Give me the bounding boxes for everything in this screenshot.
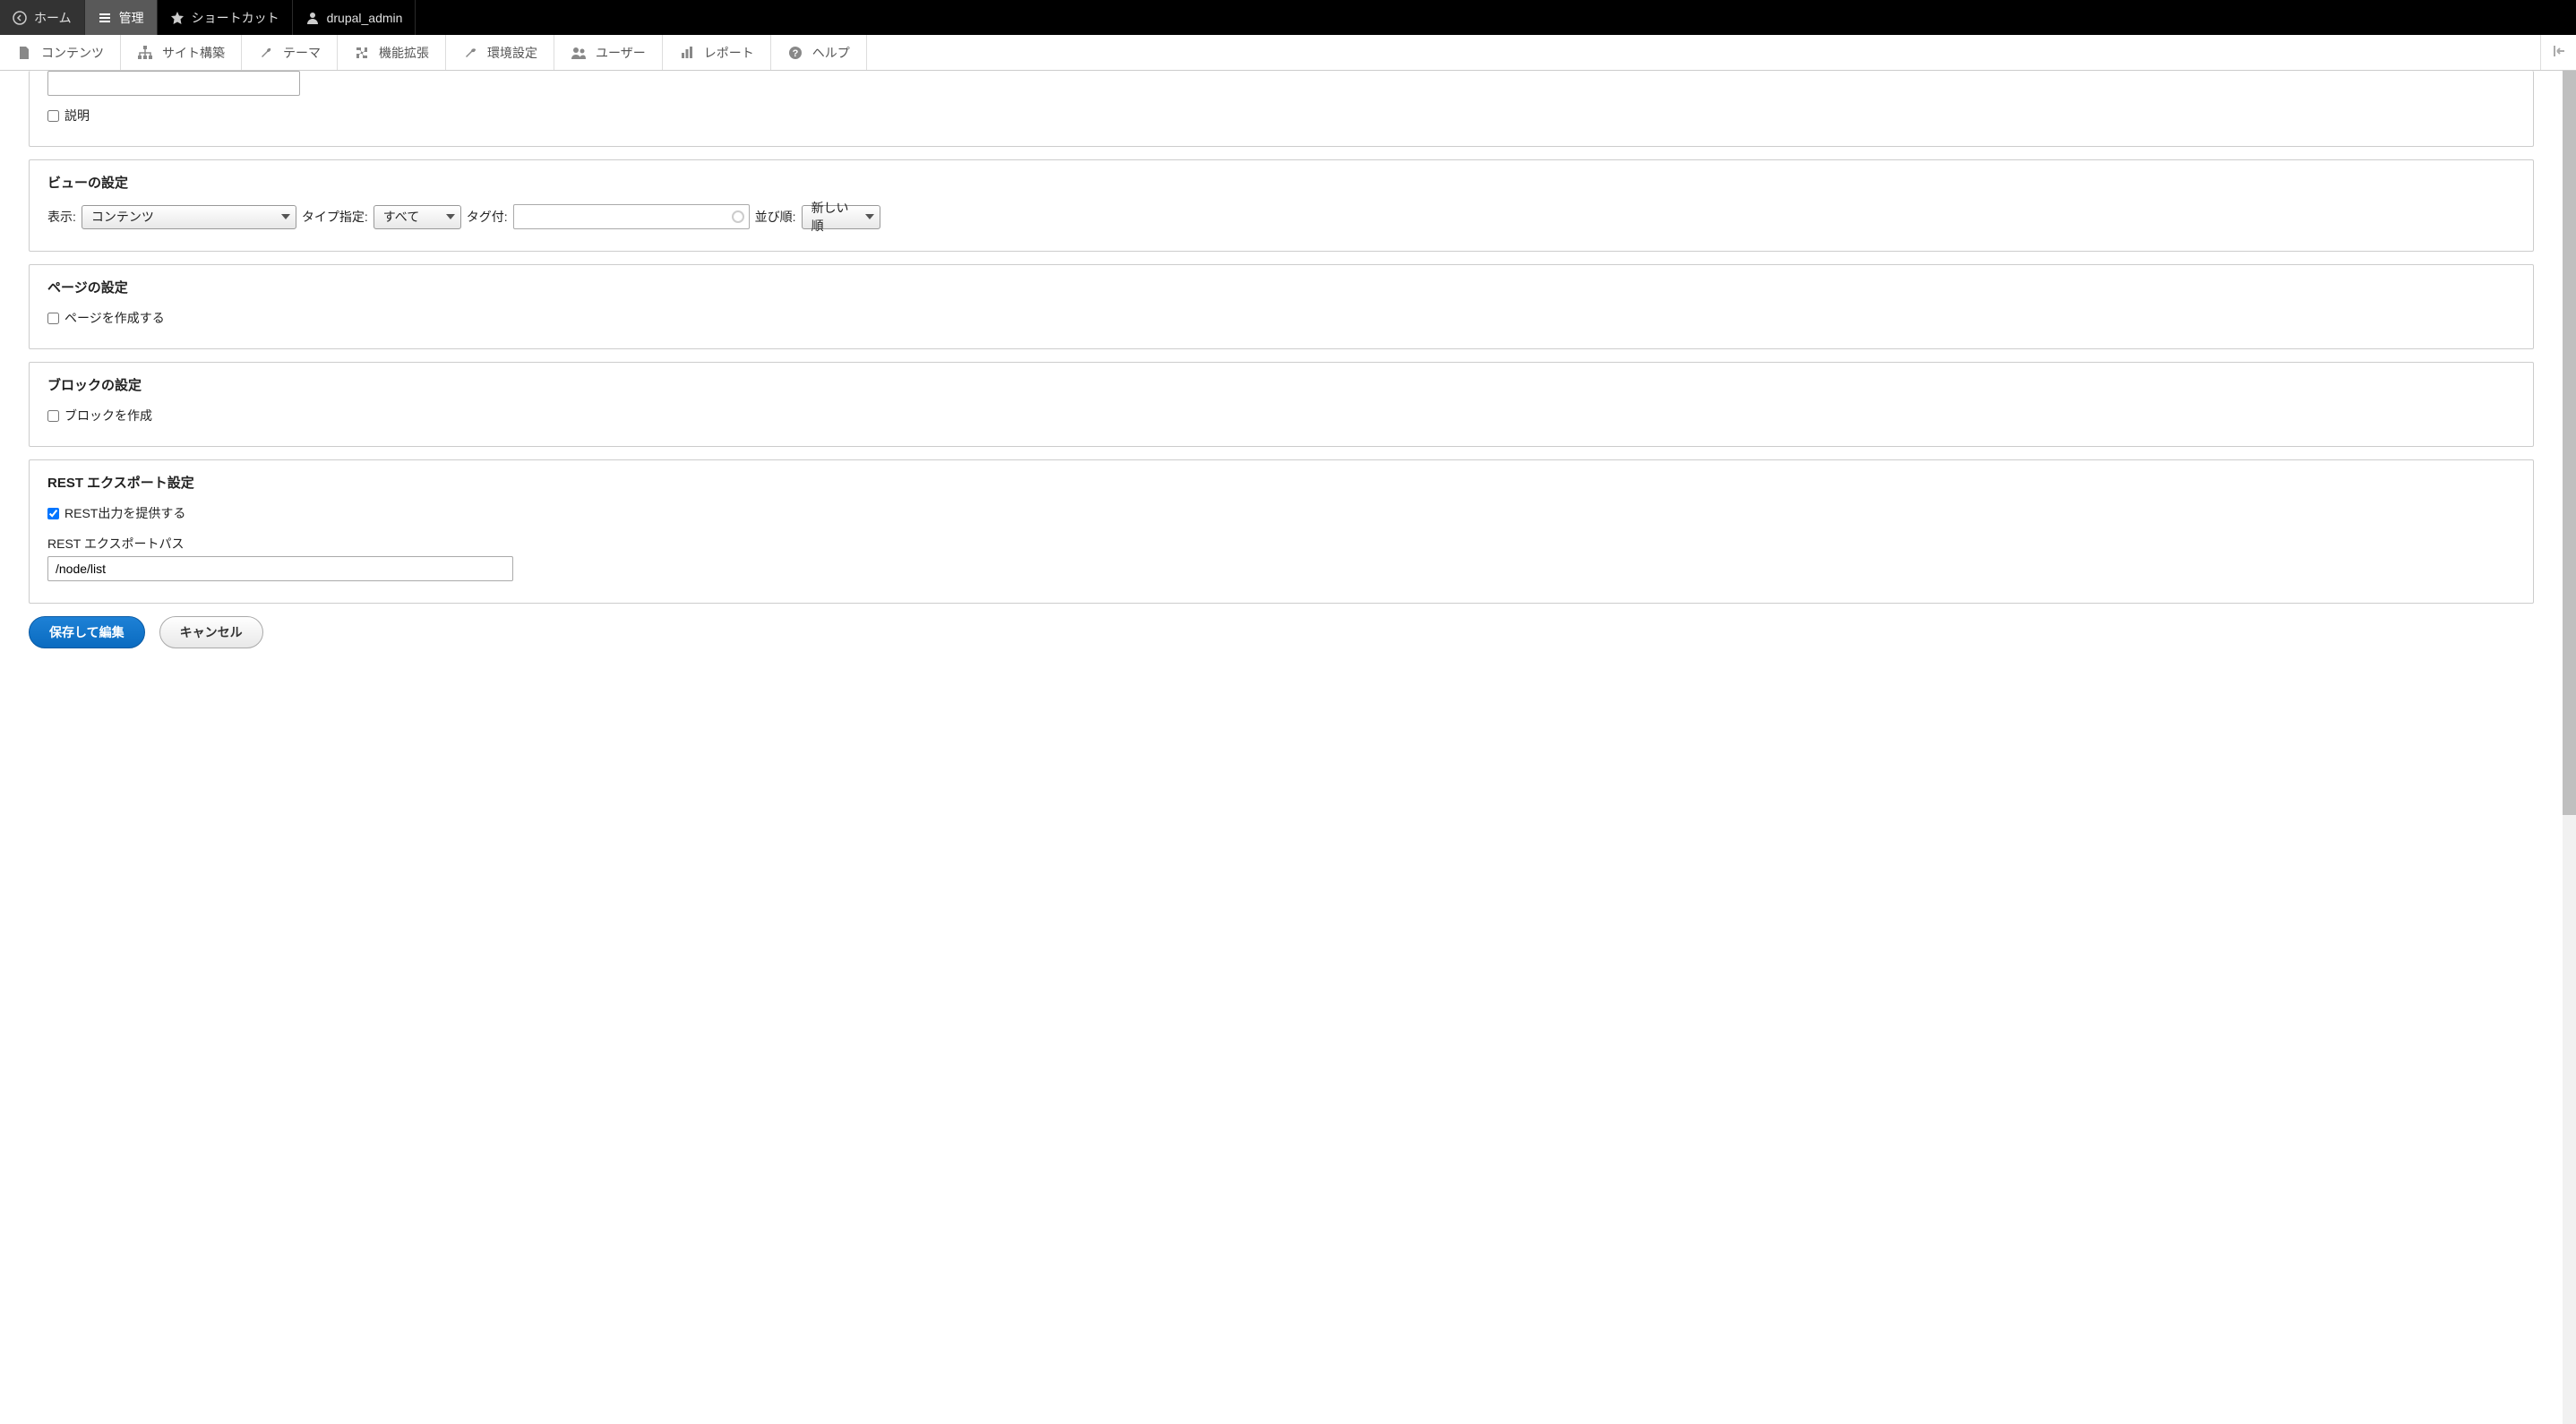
tag-input[interactable]	[513, 204, 750, 229]
create-page-label[interactable]: ページを作成する	[64, 309, 165, 327]
menu-help[interactable]: ? ヘルプ	[771, 35, 867, 70]
user-label: drupal_admin	[327, 11, 403, 25]
create-block-checkbox[interactable]	[47, 410, 59, 422]
sort-dropdown[interactable]: 新しい順	[802, 205, 880, 229]
show-dropdown[interactable]: コンテンツ	[82, 205, 296, 229]
puzzle-icon	[354, 45, 370, 61]
help-icon: ?	[787, 45, 803, 61]
autocomplete-spinner-icon	[732, 210, 744, 223]
rest-path-label: REST エクスポートパス	[47, 535, 2515, 553]
page-settings-panel: ページの設定 ページを作成する	[29, 264, 2534, 349]
shortcut-label: ショートカット	[192, 9, 279, 27]
admin-toolbar-top: ホーム 管理 ショートカット drupal_admin	[0, 0, 2576, 35]
description-checkbox[interactable]	[47, 110, 59, 122]
type-dropdown-value: すべて	[383, 208, 419, 226]
scrollbar-thumb[interactable]	[2563, 71, 2576, 815]
rest-provide-checkbox[interactable]	[47, 508, 59, 519]
shortcut-menu[interactable]: ショートカット	[158, 0, 293, 35]
menu-people[interactable]: ユーザー	[554, 35, 663, 70]
collapse-icon	[2552, 44, 2566, 61]
manage-label: 管理	[119, 9, 144, 27]
vertical-scrollbar[interactable]	[2563, 71, 2576, 1424]
sitemap-icon	[137, 45, 153, 61]
save-edit-button[interactable]: 保存して編集	[29, 616, 145, 648]
page-settings-legend: ページの設定	[47, 278, 2515, 296]
action-buttons: 保存して編集 キャンセル	[29, 616, 2534, 648]
back-home-link[interactable]: ホーム	[0, 0, 85, 35]
people-icon	[571, 45, 587, 61]
basic-info-panel: 説明	[29, 71, 2534, 147]
toolbar-collapse-button[interactable]	[2540, 35, 2576, 70]
menu-structure-label: サイト構築	[162, 44, 225, 62]
dropdown-arrow-icon	[865, 214, 874, 219]
menu-config[interactable]: 環境設定	[446, 35, 554, 70]
manage-menu[interactable]: 管理	[85, 0, 158, 35]
sort-dropdown-value: 新しい順	[811, 199, 856, 235]
rest-settings-legend: REST エクスポート設定	[47, 473, 2515, 492]
menu-appearance[interactable]: テーマ	[242, 35, 338, 70]
dropdown-arrow-icon	[281, 214, 290, 219]
tag-label: タグ付:	[467, 208, 508, 226]
block-settings-legend: ブロックの設定	[47, 375, 2515, 394]
create-block-label[interactable]: ブロックを作成	[64, 407, 152, 425]
view-settings-legend: ビューの設定	[47, 173, 2515, 192]
menu-content-label: コンテンツ	[41, 44, 104, 62]
menu-extend[interactable]: 機能拡張	[338, 35, 446, 70]
rest-provide-label[interactable]: REST出力を提供する	[64, 504, 185, 522]
rest-path-input[interactable]	[47, 556, 513, 581]
hamburger-icon	[98, 11, 112, 25]
user-icon	[305, 11, 320, 25]
show-dropdown-value: コンテンツ	[91, 208, 154, 226]
menu-config-label: 環境設定	[487, 44, 537, 62]
svg-text:?: ?	[792, 48, 798, 59]
view-name-input[interactable]	[47, 71, 300, 96]
view-settings-panel: ビューの設定 表示: コンテンツ タイプ指定: すべて タグ付: 並び順:	[29, 159, 2534, 252]
menu-extend-label: 機能拡張	[379, 44, 429, 62]
show-label: 表示:	[47, 208, 76, 226]
block-settings-panel: ブロックの設定 ブロックを作成	[29, 362, 2534, 447]
create-page-checkbox[interactable]	[47, 313, 59, 324]
menu-structure[interactable]: サイト構築	[121, 35, 242, 70]
home-label: ホーム	[34, 9, 72, 27]
type-label: タイプ指定:	[302, 208, 368, 226]
cancel-button[interactable]: キャンセル	[159, 616, 263, 648]
content-region: 説明 ビューの設定 表示: コンテンツ タイプ指定: すべて タグ付:	[0, 71, 2563, 1424]
menu-content[interactable]: コンテンツ	[0, 35, 121, 70]
type-dropdown[interactable]: すべて	[374, 205, 461, 229]
menu-people-label: ユーザー	[596, 44, 646, 62]
chart-icon	[679, 45, 695, 61]
rest-settings-panel: REST エクスポート設定 REST出力を提供する REST エクスポートパス	[29, 459, 2534, 604]
admin-menu: コンテンツ サイト構築 テーマ 機能拡張 環境設定 ユーザー レポート	[0, 35, 2576, 71]
description-label[interactable]: 説明	[64, 107, 90, 124]
dropdown-arrow-icon	[446, 214, 455, 219]
document-icon	[16, 45, 32, 61]
menu-reports-label: レポート	[704, 44, 754, 62]
wrench-icon	[462, 45, 478, 61]
menu-help-label: ヘルプ	[812, 44, 850, 62]
menu-appearance-label: テーマ	[283, 44, 321, 62]
back-arrow-circle-icon	[13, 11, 27, 25]
wrench-icon	[258, 45, 274, 61]
user-menu[interactable]: drupal_admin	[293, 0, 416, 35]
sort-label: 並び順:	[755, 208, 796, 226]
star-icon	[170, 11, 185, 25]
menu-reports[interactable]: レポート	[663, 35, 771, 70]
